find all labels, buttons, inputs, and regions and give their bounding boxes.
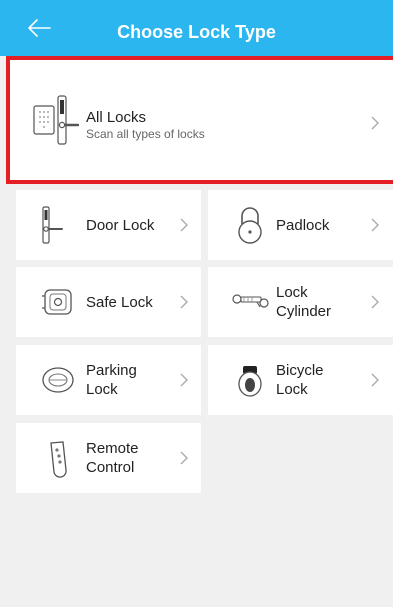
- tile-bicycle-lock[interactable]: Bicycle Lock: [208, 345, 393, 415]
- tile-remote-control[interactable]: Remote Control: [16, 423, 201, 493]
- tile-safe-lock[interactable]: Safe Lock: [16, 267, 201, 337]
- tile-door-lock[interactable]: Door Lock: [16, 190, 201, 260]
- chevron-right-icon: [371, 218, 379, 232]
- chevron-right-icon: [180, 373, 188, 387]
- tile-label: Padlock: [276, 217, 330, 234]
- chevron-right-icon: [180, 295, 188, 309]
- all-locks-title: All Locks: [86, 109, 147, 126]
- padlock-icon: [238, 207, 262, 244]
- page-title: Choose Lock Type: [117, 22, 276, 42]
- lock-cylinder-icon: [232, 294, 269, 308]
- chevron-right-icon: [180, 451, 188, 465]
- tile-padlock[interactable]: Padlock: [208, 190, 393, 260]
- tile-label: Lock Cylinder: [276, 284, 332, 320]
- tile-label: Bicycle Lock: [276, 362, 324, 398]
- chevron-right-icon: [180, 218, 188, 232]
- tile-parking-lock[interactable]: Parking Lock: [16, 345, 201, 415]
- safe-lock-icon: [42, 289, 72, 315]
- all-locks-subtitle: Scan all types of locks: [86, 127, 205, 141]
- smart-door-lock-icon: [33, 95, 80, 145]
- tile-label: Door Lock: [86, 217, 155, 234]
- bicycle-lock-icon: [238, 366, 262, 397]
- chevron-right-icon: [371, 295, 379, 309]
- parking-lock-icon: [42, 367, 74, 393]
- chevron-right-icon: [371, 116, 379, 130]
- all-locks-card[interactable]: All Locks Scan all types of locks: [6, 56, 393, 184]
- tile-label: Parking Lock: [86, 362, 137, 398]
- tile-lock-cylinder[interactable]: Lock Cylinder: [208, 267, 393, 337]
- tile-label: Remote Control: [86, 440, 139, 476]
- header-bar: Choose Lock Type: [0, 0, 393, 56]
- tile-label: Safe Lock: [86, 294, 153, 311]
- chevron-right-icon: [371, 373, 379, 387]
- door-lock-icon: [42, 206, 63, 244]
- remote-control-icon: [50, 441, 67, 478]
